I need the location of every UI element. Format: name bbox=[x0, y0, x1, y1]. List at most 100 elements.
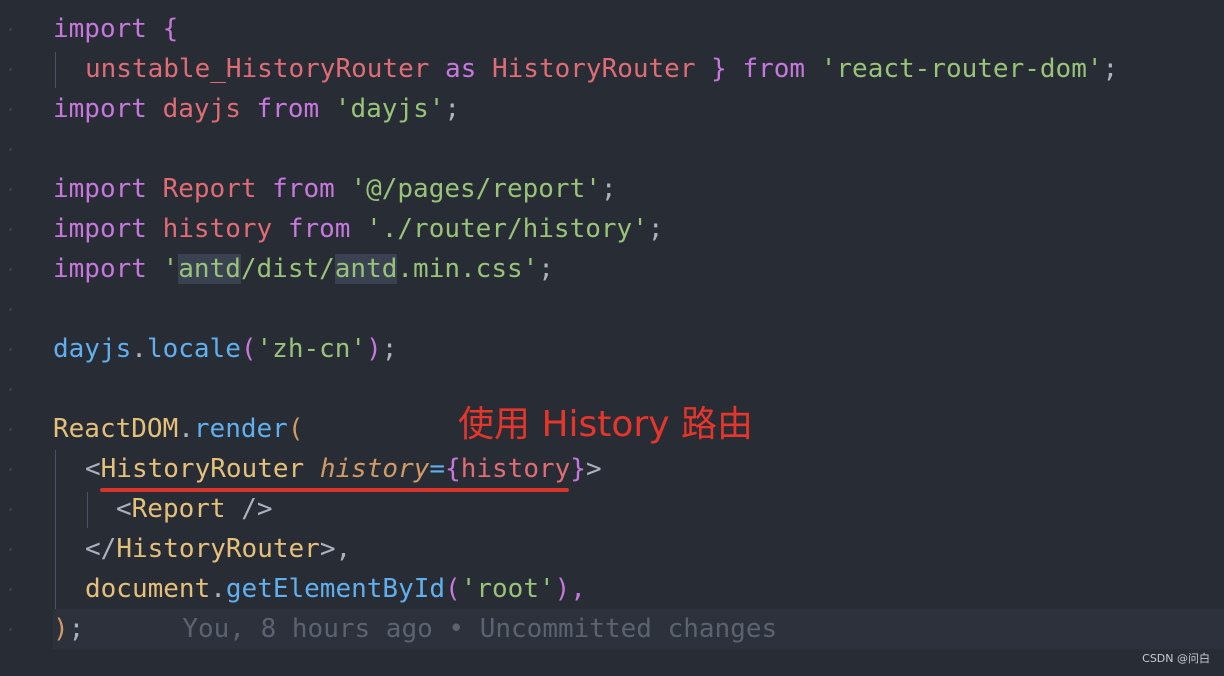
punctuation-token: . bbox=[178, 414, 194, 444]
string-token: 'root' bbox=[460, 574, 555, 604]
code-line-5[interactable]: import Report from '@/pages/report'; bbox=[0, 169, 1224, 209]
paren-token: ( bbox=[240, 334, 257, 364]
code-line-15[interactable]: document.getElementById('root'), bbox=[0, 569, 1224, 609]
code-line-2[interactable]: unstable_HistoryRouter as HistoryRouter … bbox=[0, 49, 1224, 89]
gutter-dot bbox=[9, 428, 12, 431]
identifier-token: Report bbox=[162, 174, 257, 204]
gutter-dot bbox=[9, 28, 12, 31]
annotation-label: 使用 History 路由 bbox=[458, 404, 753, 445]
string-token: .min.css' bbox=[397, 254, 539, 284]
gutter-dot bbox=[9, 508, 12, 511]
brace-token: } bbox=[695, 54, 743, 84]
paren-token: ), bbox=[554, 574, 586, 604]
git-blame-annotation: You, 8 hours ago • Uncommitted changes bbox=[182, 614, 778, 644]
code-line-9[interactable]: dayjs.locale('zh-cn'); bbox=[0, 329, 1224, 369]
punctuation-token: ; bbox=[1102, 54, 1119, 84]
code-line-16[interactable]: ); You, 8 hours ago • Uncommitted changes bbox=[0, 609, 1224, 649]
code-line-13[interactable]: <Report /> bbox=[0, 489, 1224, 529]
gutter-dot bbox=[9, 268, 12, 271]
gutter-dot bbox=[9, 188, 12, 191]
tag-bracket-token: < bbox=[85, 454, 101, 484]
punctuation-token: ; bbox=[68, 614, 85, 644]
gutter-dot bbox=[9, 468, 12, 471]
code-line-12[interactable]: <HistoryRouter history={history}> bbox=[0, 449, 1224, 489]
keyword-token: import bbox=[53, 14, 147, 44]
identifier-token: history bbox=[162, 214, 273, 244]
gutter-dot bbox=[9, 308, 12, 311]
string-token: 'react-router-dom' bbox=[820, 54, 1103, 84]
identifier-token: history bbox=[460, 454, 571, 484]
punctuation-token: ; bbox=[444, 94, 461, 124]
punctuation-token: ; bbox=[647, 214, 664, 244]
component-token: HistoryRouter bbox=[116, 534, 320, 564]
watermark: CSDN @问白 bbox=[1142, 652, 1210, 665]
function-token: getElementById bbox=[225, 574, 446, 604]
code-line-6[interactable]: import history from './router/history'; bbox=[0, 209, 1224, 249]
keyword-token: from bbox=[272, 174, 335, 204]
identifier-token: dayjs bbox=[53, 334, 132, 364]
function-token: locale bbox=[146, 334, 241, 364]
tag-bracket-token: >, bbox=[319, 534, 352, 564]
identifier-token: HistoryRouter bbox=[492, 54, 696, 84]
gutter-dot bbox=[9, 108, 12, 111]
code-line-1[interactable]: import { bbox=[0, 9, 1224, 49]
code-line-8[interactable] bbox=[0, 289, 1224, 329]
component-token: Report bbox=[131, 494, 226, 524]
keyword-token: import bbox=[53, 174, 147, 204]
paren-token: ( bbox=[445, 574, 461, 604]
punctuation-token: ; bbox=[600, 174, 617, 204]
string-token: /dist/ bbox=[240, 254, 335, 284]
string-token: ' bbox=[162, 254, 179, 284]
string-token-highlighted: antd bbox=[334, 254, 398, 284]
identifier-token: dayjs bbox=[162, 94, 241, 124]
code-line-4[interactable] bbox=[0, 129, 1224, 169]
operator-token: = bbox=[429, 454, 446, 484]
paren-token: ) bbox=[366, 334, 382, 364]
gutter-dot bbox=[9, 68, 12, 71]
keyword-token: from bbox=[287, 214, 351, 244]
code-line-14[interactable]: </HistoryRouter>, bbox=[0, 529, 1224, 569]
tag-bracket-token: < bbox=[116, 494, 132, 524]
paren-token: ( bbox=[287, 414, 304, 444]
keyword-token: import bbox=[53, 214, 147, 244]
keyword-token: as bbox=[429, 54, 492, 84]
code-editor[interactable]: import { unstable_HistoryRouter as Histo… bbox=[0, 0, 1224, 676]
brace-token: { bbox=[445, 454, 461, 484]
keyword-token: import bbox=[53, 94, 147, 124]
component-token: HistoryRouter bbox=[100, 454, 305, 484]
attribute-token: history bbox=[319, 454, 430, 484]
tag-bracket-token: /> bbox=[225, 494, 273, 524]
string-token: './router/history' bbox=[366, 214, 648, 244]
brace-token: { bbox=[146, 14, 179, 44]
string-token: 'zh-cn' bbox=[256, 334, 367, 364]
code-line-7[interactable]: import 'antd/dist/antd.min.css'; bbox=[0, 249, 1224, 289]
gutter-dot bbox=[9, 548, 12, 551]
tag-bracket-token: > bbox=[585, 454, 602, 484]
gutter-dot bbox=[9, 588, 12, 591]
annotation-underline bbox=[100, 488, 569, 492]
identifier-token: unstable_HistoryRouter bbox=[85, 54, 430, 84]
gutter-dot bbox=[9, 628, 12, 631]
code-line-3[interactable]: import dayjs from 'dayjs'; bbox=[0, 89, 1224, 129]
gutter-dot bbox=[9, 228, 12, 231]
punctuation-token: ; bbox=[538, 254, 554, 284]
string-token-highlighted: antd bbox=[178, 254, 241, 284]
gutter-dot bbox=[9, 148, 12, 151]
identifier-token: document bbox=[85, 574, 211, 604]
gutter-dot bbox=[9, 348, 12, 351]
gutter-dot bbox=[9, 388, 12, 391]
keyword-token: from bbox=[256, 94, 320, 124]
function-token: render bbox=[193, 414, 288, 444]
